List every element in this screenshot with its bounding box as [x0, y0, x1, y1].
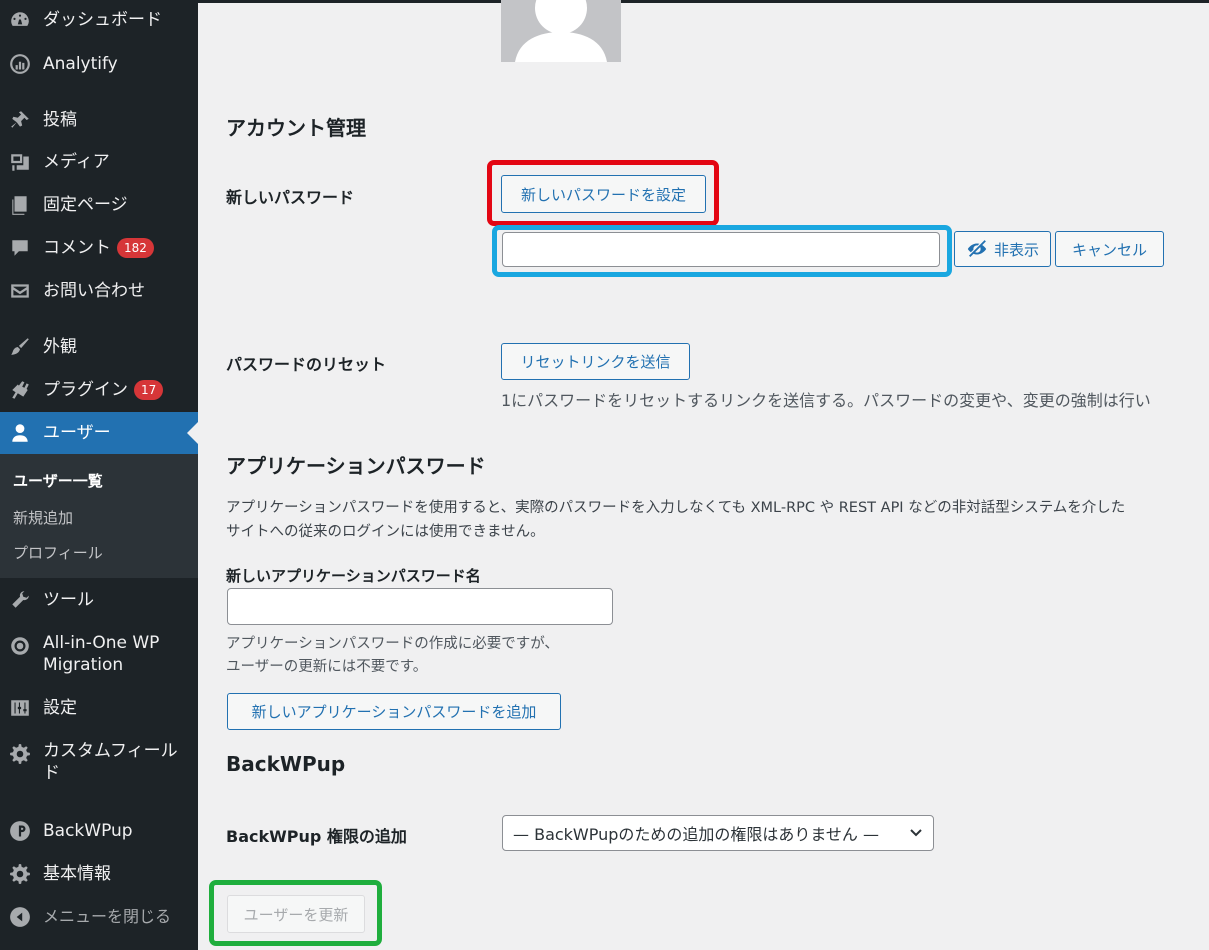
- avatar: [501, 0, 621, 62]
- plugin-icon: [8, 378, 32, 402]
- gear-icon: [8, 862, 32, 886]
- admin-sidebar: ダッシュボード Analytify 投稿 メディア 固定ページ コメント 182 …: [0, 0, 198, 950]
- application-passwords-desc-line1: アプリケーションパスワードを使用すると、実際のパスワードを入力しなくても XML…: [226, 500, 1126, 516]
- admin-top-edge: [198, 0, 1209, 3]
- menu-posts[interactable]: 投稿: [0, 102, 198, 138]
- password-reset-label: パスワードのリセット: [226, 355, 387, 374]
- menu-settings[interactable]: 設定: [0, 690, 198, 726]
- menu-all-in-one-wp-migration[interactable]: All-in-One WP Migration: [0, 632, 198, 682]
- submenu-profile[interactable]: プロフィール: [13, 542, 103, 563]
- menu-tools[interactable]: ツール: [0, 582, 198, 618]
- cancel-button[interactable]: キャンセル: [1055, 231, 1164, 267]
- pin-icon: [8, 108, 32, 132]
- wrench-icon: [8, 588, 32, 612]
- brush-icon: [8, 335, 32, 359]
- hide-password-button[interactable]: 非表示: [954, 231, 1051, 267]
- users-submenu: ユーザー一覧 新規追加 プロフィール: [0, 454, 198, 578]
- media-icon: [8, 150, 32, 174]
- comments-count-badge: 182: [117, 238, 154, 258]
- application-passwords-heading: アプリケーションパスワード: [226, 454, 486, 478]
- send-reset-link-button[interactable]: リセットリンクを送信: [501, 343, 690, 380]
- new-password-input[interactable]: [502, 232, 940, 267]
- menu-users[interactable]: ユーザー: [0, 412, 198, 454]
- gear-icon: [8, 742, 32, 766]
- submenu-add-new[interactable]: 新規追加: [13, 507, 73, 528]
- password-reset-description: 1にパスワードをリセットするリンクを送信する。パスワードの変更や、変更の強制は行…: [501, 391, 1151, 410]
- backwpup-icon: [8, 819, 32, 843]
- submenu-all-users[interactable]: ユーザー一覧: [13, 470, 103, 491]
- backwpup-heading: BackWPup: [226, 752, 346, 776]
- new-app-password-name-label: 新しいアプリケーションパスワード名: [226, 567, 481, 585]
- pages-icon: [8, 193, 32, 217]
- dashboard-icon: [8, 8, 32, 32]
- backwpup-role-selected: — BackWPupのための追加の権限はありません —: [513, 825, 880, 844]
- backwpup-role-select[interactable]: — BackWPupのための追加の権限はありません —: [502, 815, 934, 851]
- app-password-hint-line2: ユーザーの更新には不要です。: [226, 659, 428, 675]
- menu-basic-info[interactable]: 基本情報: [0, 856, 198, 892]
- menu-dashboard[interactable]: ダッシュボード: [0, 2, 198, 38]
- menu-analytify[interactable]: Analytify: [0, 46, 198, 82]
- menu-plugins[interactable]: プラグイン 17: [0, 372, 198, 408]
- avatar-placeholder-icon: [515, 0, 607, 62]
- comment-icon: [8, 236, 32, 260]
- user-icon: [8, 421, 32, 445]
- application-passwords-desc-line2: サイトへの従来のログインには使用できません。: [226, 524, 545, 540]
- app-password-hint-line1: アプリケーションパスワードの作成に必要ですが、: [226, 636, 559, 652]
- new-app-password-name-input[interactable]: [227, 588, 613, 625]
- eye-slash-icon: [967, 239, 987, 258]
- menu-backwpup[interactable]: BackWPup: [0, 813, 198, 849]
- set-new-password-button[interactable]: 新しいパスワードを設定: [501, 175, 706, 213]
- menu-media[interactable]: メディア: [0, 144, 198, 180]
- menu-custom-fields[interactable]: カスタムフィールド: [0, 740, 198, 790]
- account-management-heading: アカウント管理: [226, 116, 366, 140]
- add-app-password-button[interactable]: 新しいアプリケーションパスワードを追加: [227, 693, 561, 730]
- collapse-menu-button[interactable]: メニューを閉じる: [0, 899, 198, 935]
- update-user-button[interactable]: ユーザーを更新: [227, 895, 365, 933]
- collapse-icon: [8, 905, 32, 929]
- new-password-label: 新しいパスワード: [226, 188, 355, 207]
- analytify-icon: [8, 52, 32, 76]
- settings-sliders-icon: [8, 696, 32, 720]
- migration-icon: [8, 634, 32, 658]
- plugins-update-badge: 17: [134, 380, 164, 400]
- menu-comments[interactable]: コメント 182: [0, 230, 198, 266]
- chevron-down-icon: [910, 829, 922, 837]
- mail-icon: [8, 279, 32, 303]
- profile-main: アカウント管理 新しいパスワード 新しいパスワードを設定 非表示 キャンセル パ…: [198, 0, 1209, 950]
- menu-pages[interactable]: 固定ページ: [0, 187, 198, 223]
- backwpup-role-label: BackWPup 権限の追加: [226, 827, 407, 846]
- menu-appearance[interactable]: 外観: [0, 329, 198, 365]
- menu-contact[interactable]: お問い合わせ: [0, 273, 198, 309]
